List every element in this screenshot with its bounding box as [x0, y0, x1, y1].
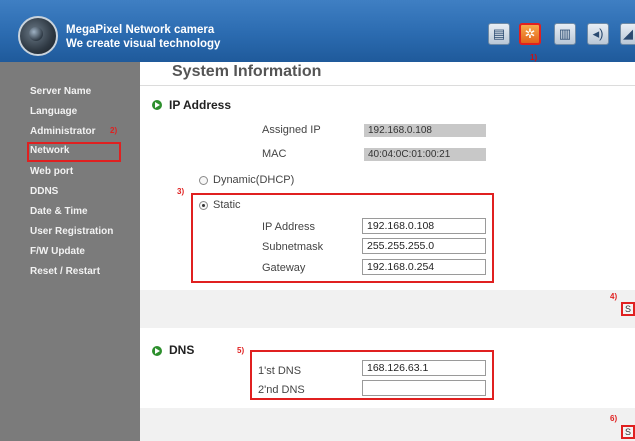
dns-save-bar: [140, 408, 635, 441]
brand-title: MegaPixel Network camera: [66, 24, 215, 36]
dns2-label: 2'nd DNS: [258, 384, 305, 396]
sidebar-item-date-time[interactable]: Date & Time: [0, 203, 140, 223]
mac-label: MAC: [262, 148, 287, 160]
ip-save-button[interactable]: S: [621, 302, 635, 316]
brand-tagline: We create visual technology: [66, 38, 221, 50]
sidebar-item-ddns[interactable]: DDNS: [0, 183, 140, 203]
gateway-label: Gateway: [262, 262, 306, 274]
mac-value: 40:04:0C:01:00:21: [364, 148, 486, 161]
sidebar-item-network[interactable]: Network: [27, 142, 121, 162]
toolbar-audio-button[interactable]: ◂): [587, 23, 609, 45]
sidebar-item-reset-restart[interactable]: Reset / Restart: [0, 263, 140, 283]
gateway-input[interactable]: 192.168.0.254: [362, 259, 486, 275]
static-step-number: 3): [177, 187, 185, 196]
assigned-ip-label: Assigned IP: [262, 124, 321, 136]
header-banner: MegaPixel Network camera We create visua…: [0, 0, 635, 62]
sidebar-item-label: Date & Time: [30, 206, 88, 217]
section-arrow-icon: [152, 100, 162, 110]
page-title: System Information: [172, 63, 322, 80]
dns-save-step-number: 6): [610, 414, 618, 423]
document-icon: ▤: [492, 26, 506, 41]
toolbar-document-button[interactable]: ▤: [488, 23, 510, 45]
ip-address-input[interactable]: 192.168.0.108: [362, 218, 486, 234]
lens-icon: [29, 27, 43, 41]
static-label: Static: [213, 199, 241, 211]
sidebar-item-administrator[interactable]: Administrator: [0, 123, 140, 143]
sidebar-item-label: Network: [30, 145, 70, 156]
film-icon: ▥: [558, 26, 572, 41]
toolbar-film-button[interactable]: ▥: [554, 23, 576, 45]
dns1-label: 1'st DNS: [258, 365, 302, 377]
sidebar-item-language[interactable]: Language: [0, 103, 140, 123]
dns-section-title: DNS: [169, 343, 195, 357]
main-content: System Information IP Address Assigned I…: [140, 62, 635, 441]
assigned-ip-value: 192.168.0.108: [364, 124, 486, 137]
dhcp-label: Dynamic(DHCP): [213, 174, 295, 186]
sidebar-item-label: Web port: [30, 166, 74, 177]
sidebar-item-fw-update[interactable]: F/W Update: [0, 243, 140, 263]
dns1-input[interactable]: 168.126.63.1: [362, 360, 486, 376]
subnetmask-label: Subnetmask: [262, 241, 324, 253]
speaker-icon: ◂): [592, 26, 604, 41]
dhcp-radio[interactable]: [199, 176, 208, 185]
sidebar-item-server-name[interactable]: Server Name: [0, 83, 140, 103]
toolbar-settings-button[interactable]: ✲: [519, 23, 541, 45]
sidebar-item-label: F/W Update: [30, 246, 85, 257]
sidebar-item-label: DDNS: [30, 186, 59, 197]
dns-step-number: 5): [237, 346, 245, 355]
title-divider: [140, 85, 635, 86]
ip-address-label: IP Address: [262, 221, 315, 233]
sidebar-item-web-port[interactable]: Web port: [0, 163, 140, 183]
sidebar-item-label: Language: [30, 106, 78, 117]
dns2-input[interactable]: [362, 380, 486, 396]
subnetmask-input[interactable]: 255.255.255.0: [362, 238, 486, 254]
sidebar-step-number: 2): [110, 126, 118, 135]
sidebar-item-label: User Registration: [30, 226, 114, 237]
gear-icon: ✲: [524, 26, 536, 41]
sidebar-item-label: Reset / Restart: [30, 266, 101, 277]
ip-save-bar: [140, 290, 635, 328]
sidebar: Server Name Language Administrator Netwo…: [0, 62, 140, 441]
sidebar-item-user-registration[interactable]: User Registration: [0, 223, 140, 243]
static-radio[interactable]: [199, 201, 208, 210]
sidebar-item-label: Administrator: [30, 126, 96, 137]
ip-save-step-number: 4): [610, 292, 618, 301]
dns-save-button[interactable]: S: [621, 425, 635, 439]
toolbar-step-number: 1): [530, 53, 538, 62]
camera-icon: ◢: [623, 26, 633, 41]
toolbar-camera-button[interactable]: ◢: [620, 23, 635, 45]
sidebar-item-label: Server Name: [30, 86, 92, 97]
ip-section-title: IP Address: [169, 98, 232, 112]
section-arrow-icon: [152, 346, 162, 356]
